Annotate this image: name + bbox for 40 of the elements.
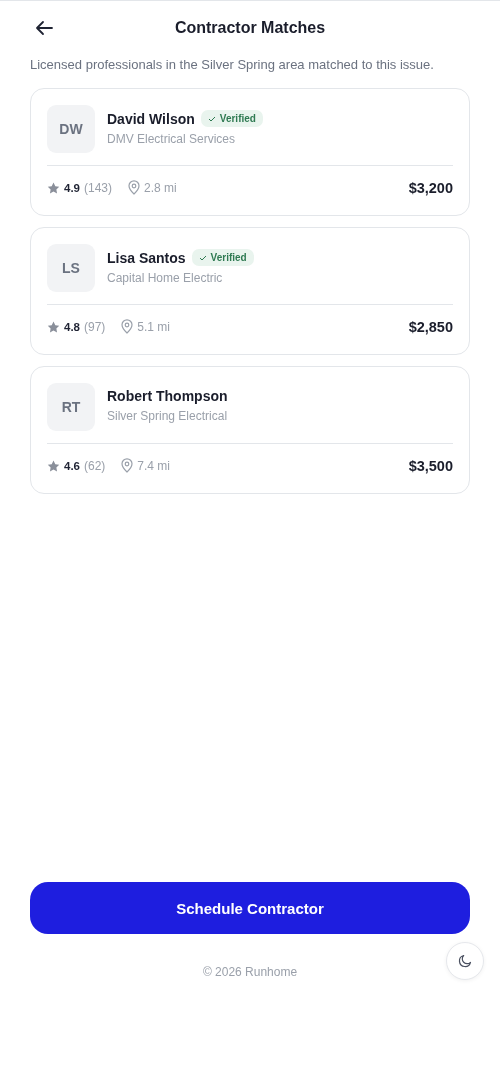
- distance-text: 5.1 mi: [137, 319, 171, 334]
- star-icon: [47, 181, 60, 194]
- contractor-card[interactable]: RT Robert Thompson Silver Spring Electrical 4.6 (62) 7.4 mi $3,500: [30, 366, 470, 494]
- intro-text: Licensed professionals in the Silver Spring area matched to this issue.: [30, 57, 435, 72]
- location-pin-icon: [121, 319, 134, 334]
- company-name: DMV Electrical Services: [107, 132, 237, 146]
- back-button[interactable]: [34, 19, 54, 37]
- avatar-initials: LS: [47, 244, 95, 292]
- verified-badge: Verified: [191, 249, 254, 266]
- review-count: (97): [84, 319, 106, 334]
- star-icon: [47, 459, 60, 472]
- rating-value: 4.9: [64, 181, 80, 194]
- review-count: (62): [84, 458, 106, 473]
- page-title: Contractor Matches: [174, 19, 326, 37]
- contractor-name: Lisa Santos: [107, 249, 186, 266]
- rating-value: 4.6: [64, 459, 80, 472]
- location-pin-icon: [121, 458, 134, 473]
- avatar-initials: DW: [47, 105, 95, 153]
- distance-text: 7.4 mi: [137, 458, 171, 473]
- moon-icon: [458, 954, 472, 968]
- company-name: Silver Spring Electrical: [107, 409, 228, 423]
- contractor-card[interactable]: DW David Wilson Verified DMV Electrical Services 4.9 (143) 2.8 mi $3,200: [30, 88, 470, 216]
- copyright-text: © 2026 Runhome: [202, 965, 298, 979]
- distance-text: 2.8 mi: [144, 180, 177, 195]
- review-count: (143): [84, 180, 112, 195]
- avatar-initials: RT: [47, 383, 95, 431]
- back-arrow-icon: [35, 20, 53, 36]
- contractor-card[interactable]: LS Lisa Santos Verified Capital Home Electric 4.8 (97) 5.1 mi $2,850: [30, 227, 470, 355]
- price-text: $2,850: [408, 318, 453, 335]
- schedule-button[interactable]: Schedule Contractor: [30, 882, 470, 934]
- contractor-name: David Wilson: [107, 110, 195, 127]
- price-text: $3,200: [408, 179, 453, 196]
- theme-toggle-button[interactable]: [446, 942, 484, 980]
- verified-badge: Verified: [200, 110, 263, 127]
- company-name: Capital Home Electric: [107, 271, 224, 285]
- price-text: $3,500: [408, 457, 453, 474]
- contractor-name: Robert Thompson: [107, 388, 228, 404]
- star-icon: [47, 320, 60, 333]
- rating-value: 4.8: [64, 320, 80, 333]
- location-pin-icon: [128, 180, 140, 195]
